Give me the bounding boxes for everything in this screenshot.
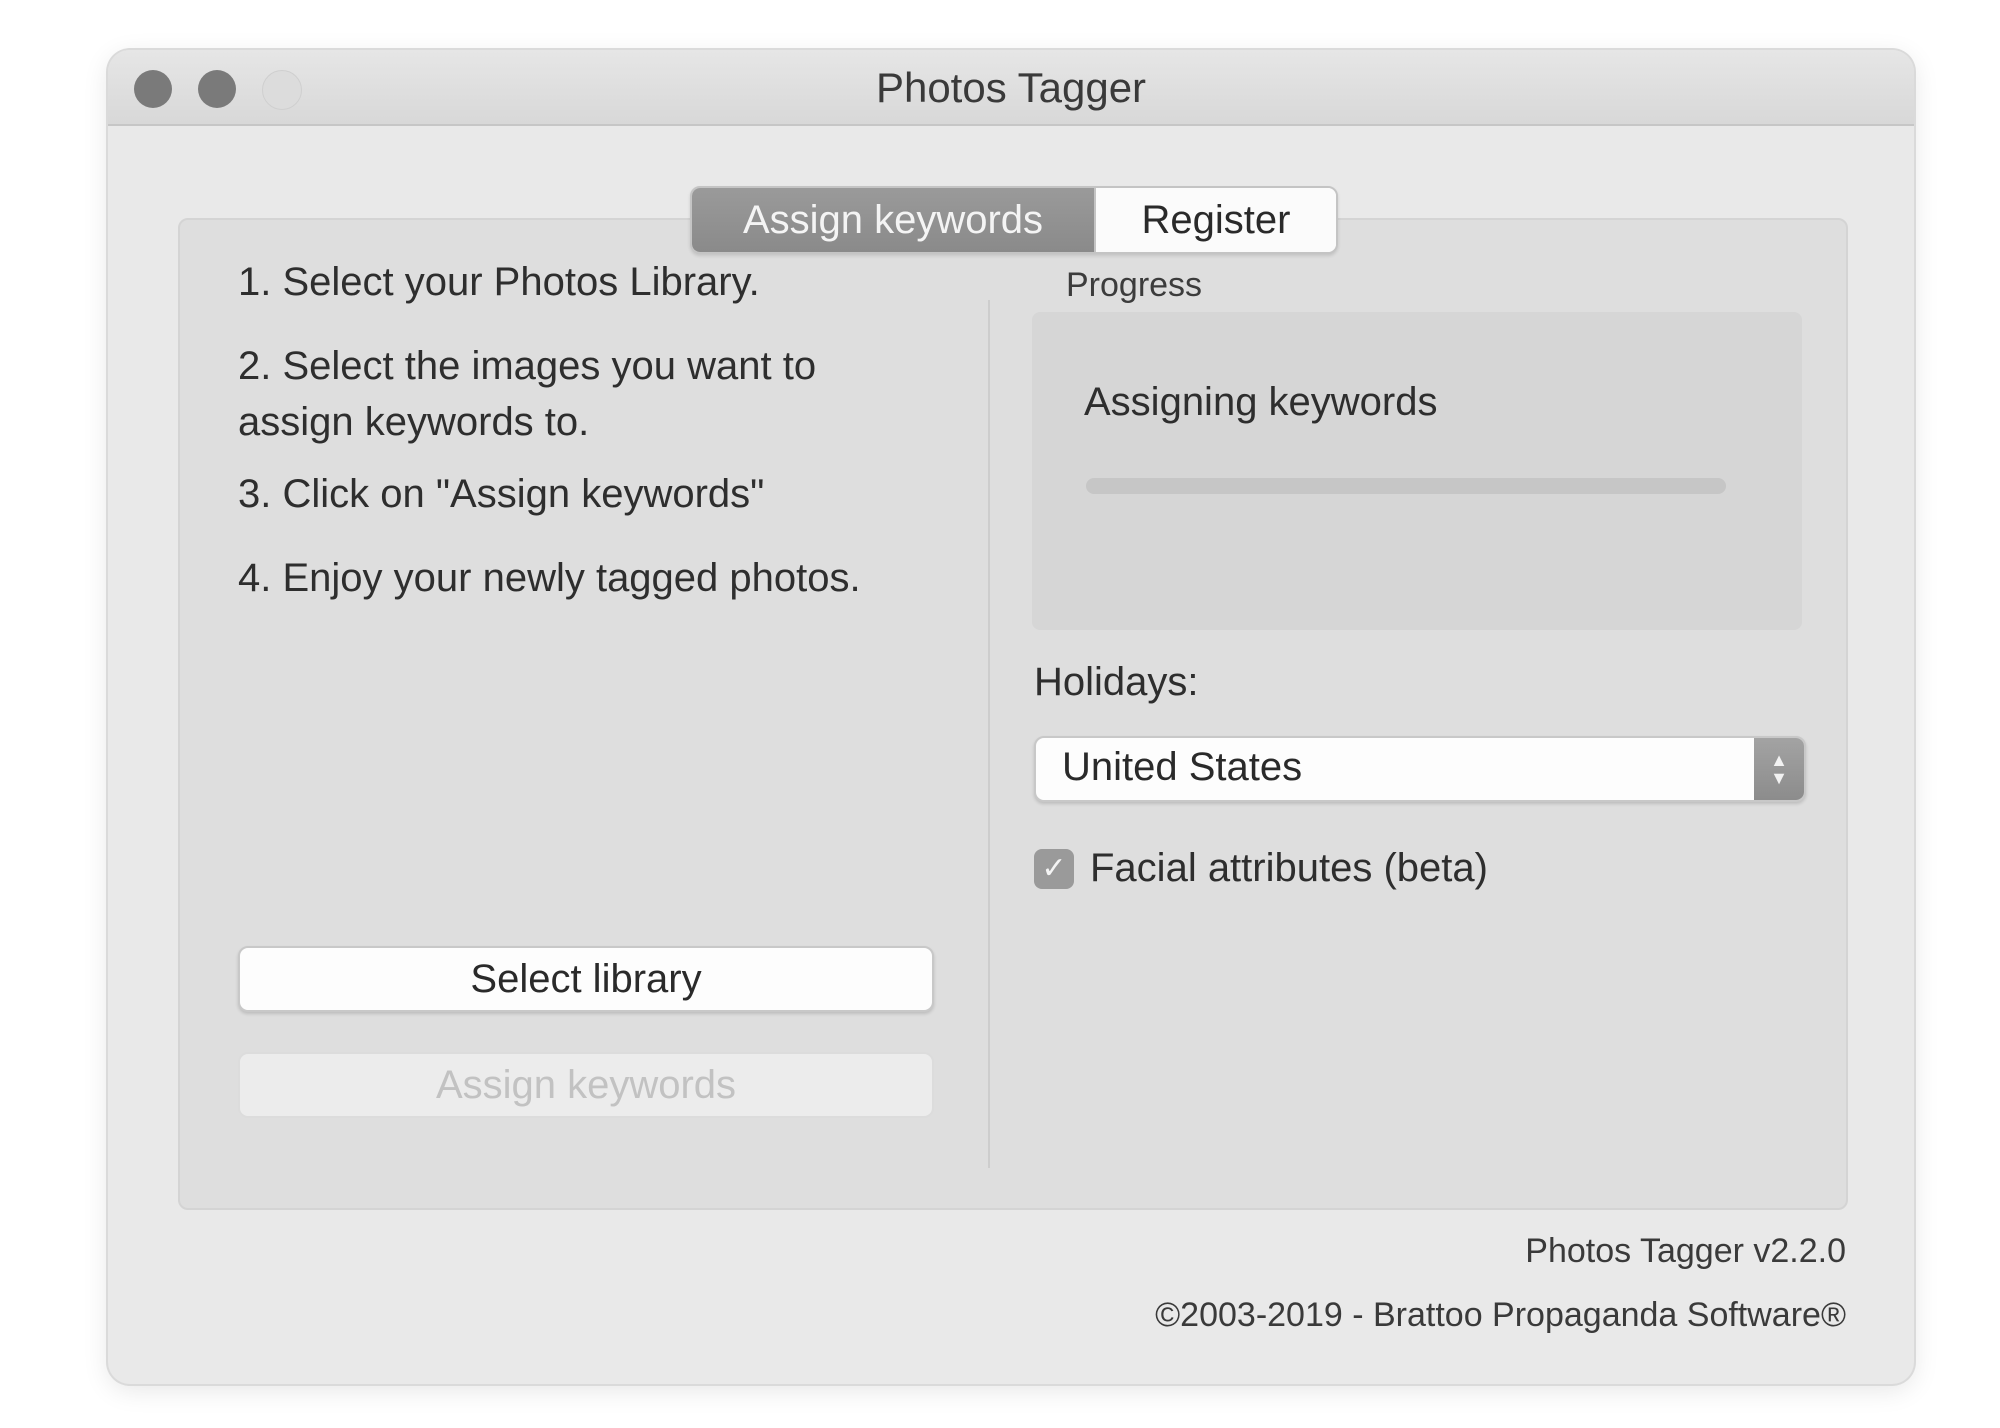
instruction-step-3: 3. Click on "Assign keywords" (238, 472, 765, 516)
holidays-select[interactable]: United States ▲ ▼ (1034, 736, 1806, 802)
progress-group-label: Progress (1066, 266, 1203, 304)
progress-group-box (1032, 312, 1802, 630)
instruction-step-2: 2. Select the images you want to assign … (238, 344, 817, 444)
progress-status-text: Assigning keywords (1084, 380, 1438, 424)
tab-assign-keywords[interactable]: Assign keywords (692, 188, 1094, 252)
holidays-select-value: United States (1062, 745, 1303, 789)
app-window: Photos Tagger Assign keywords Register 1… (108, 50, 1914, 1384)
facial-attributes-option[interactable]: ✓ Facial attributes (beta) (1034, 846, 1488, 891)
instruction-step-1: 1. Select your Photos Library. (238, 260, 760, 304)
copyright-text: ©2003-2019 - Brattoo Propaganda Software… (1155, 1296, 1846, 1334)
facial-attributes-label[interactable]: Facial attributes (beta) (1090, 846, 1488, 891)
version-text: Photos Tagger v2.2.0 (1525, 1232, 1846, 1270)
select-library-button[interactable]: Select library (238, 946, 934, 1012)
window-title: Photos Tagger (875, 64, 1147, 111)
column-divider (988, 300, 990, 1168)
chevron-up-down-icon: ▲ ▼ (1754, 738, 1804, 800)
holidays-label: Holidays: (1034, 660, 1199, 704)
progress-bar (1086, 478, 1726, 494)
instruction-step-4: 4. Enjoy your newly tagged photos. (238, 556, 861, 600)
tab-register[interactable]: Register (1094, 188, 1336, 252)
title-bar[interactable]: Photos Tagger (108, 50, 1914, 126)
tab-segmented-control: Assign keywords Register (690, 186, 1338, 254)
facial-attributes-checkbox[interactable]: ✓ (1034, 848, 1074, 889)
assign-keywords-button[interactable]: Assign keywords (238, 1052, 934, 1118)
